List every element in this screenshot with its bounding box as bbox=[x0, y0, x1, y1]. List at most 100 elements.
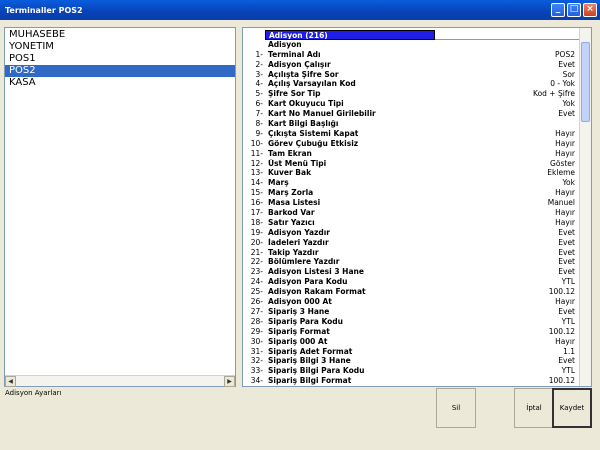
setting-row[interactable]: 3- Açılışta Şifre Sor Sor bbox=[243, 70, 579, 80]
row-number: 33- bbox=[250, 366, 263, 376]
setting-row[interactable]: 32- Sipariş Bilgi 3 Hane Evet bbox=[243, 356, 579, 366]
setting-row[interactable]: 12- Üst Menü Tipi Göster bbox=[243, 159, 579, 169]
setting-name: İadeleri Yazdır bbox=[268, 237, 329, 247]
setting-name: Marş bbox=[268, 178, 289, 188]
row-number: 4- bbox=[255, 79, 263, 89]
group-row[interactable]: Adisyon bbox=[243, 40, 579, 50]
setting-name: Çıkışta Sistemi Kapat bbox=[268, 128, 359, 138]
setting-row[interactable]: 1- Terminal Adı POS2 bbox=[243, 50, 579, 60]
setting-row[interactable]: 23- Adisyon Listesi 3 Hane Evet bbox=[243, 267, 579, 277]
scroll-thumb[interactable] bbox=[581, 42, 590, 122]
setting-row[interactable]: 20- İadeleri Yazdır Evet bbox=[243, 238, 579, 248]
row-number: 14- bbox=[250, 178, 263, 188]
setting-value bbox=[435, 119, 579, 129]
terminal-list[interactable]: MUHASEBE YONETIM POS1 POS2 KASA ◀ ▶ bbox=[4, 27, 236, 387]
setting-value: Kod + Şifre bbox=[533, 89, 575, 99]
setting-row[interactable]: 30- Sipariş 000 At Hayır bbox=[243, 337, 579, 347]
row-number: 25- bbox=[250, 287, 263, 297]
setting-row[interactable]: 4- Açılış Varsayılan Kod 0 - Yok bbox=[243, 79, 579, 89]
setting-name: Tam Ekran bbox=[268, 148, 312, 158]
setting-row[interactable]: 29- Sipariş Format 100.12 bbox=[243, 327, 579, 337]
scroll-left-icon[interactable]: ◀ bbox=[5, 376, 16, 387]
row-number: 15- bbox=[250, 188, 263, 198]
setting-row[interactable]: 17- Barkod Var Hayır bbox=[243, 208, 579, 218]
setting-value: Ekleme bbox=[547, 168, 575, 178]
setting-name: Sipariş Bilgi Para Kodu bbox=[268, 366, 365, 376]
setting-row[interactable]: 9- Çıkışta Sistemi Kapat Hayır bbox=[243, 129, 579, 139]
row-number: 9- bbox=[255, 128, 263, 138]
setting-row[interactable]: 8- Kart Bilgi Başlığı bbox=[243, 119, 579, 129]
setting-name: Açılışta Şifre Sor bbox=[268, 69, 339, 79]
setting-name: Adisyon Para Kodu bbox=[268, 277, 348, 287]
row-number: 11- bbox=[250, 148, 263, 158]
setting-value: Evet bbox=[558, 227, 575, 237]
delete-button[interactable]: Sil bbox=[436, 388, 476, 428]
setting-row[interactable]: 14- Marş Yok bbox=[243, 178, 579, 188]
setting-name: Adisyon Çalışır bbox=[268, 59, 331, 69]
setting-row[interactable]: 13- Kuver Bak Ekleme bbox=[243, 168, 579, 178]
row-number: 16- bbox=[250, 198, 263, 208]
grid-header-label: Adisyon (216) bbox=[265, 30, 435, 40]
setting-row[interactable]: 25- Adisyon Rakam Format 100.12 bbox=[243, 287, 579, 297]
row-number: 23- bbox=[250, 267, 263, 277]
setting-row[interactable]: 27- Sipariş 3 Hane Evet bbox=[243, 307, 579, 317]
vertical-scrollbar[interactable] bbox=[579, 28, 591, 386]
setting-row[interactable]: 5- Şifre Sor Tip Kod + Şifre bbox=[243, 89, 579, 99]
terminal-list-item[interactable]: YONETIM bbox=[5, 41, 235, 53]
setting-value: Hayır bbox=[555, 208, 575, 218]
setting-row[interactable]: 11- Tam Ekran Hayır bbox=[243, 149, 579, 159]
setting-value: Yok bbox=[562, 178, 575, 188]
setting-row[interactable]: 21- Takip Yazdır Evet bbox=[243, 248, 579, 258]
setting-value: Yok bbox=[562, 99, 575, 109]
group-value bbox=[435, 40, 579, 50]
scroll-right-icon[interactable]: ▶ bbox=[224, 376, 235, 387]
setting-row[interactable]: 15- Marş Zorla Hayır bbox=[243, 188, 579, 198]
setting-row[interactable]: 34- Sipariş Bilgi Format 100.12 bbox=[243, 376, 579, 386]
setting-row[interactable]: 2- Adisyon Çalışır Evet bbox=[243, 60, 579, 70]
row-number: 6- bbox=[255, 99, 263, 109]
setting-row[interactable]: 6- Kart Okuyucu Tipi Yok bbox=[243, 99, 579, 109]
scroll-track[interactable] bbox=[16, 376, 224, 386]
save-button[interactable]: Kaydet bbox=[552, 388, 592, 428]
settings-grid[interactable]: Adisyon (216) Adisyon 1- Terminal Adı POS2… bbox=[242, 27, 592, 387]
setting-row[interactable]: 10- Görev Çubuğu Etkisiz Hayır bbox=[243, 139, 579, 149]
setting-name: Sipariş 000 At bbox=[268, 336, 328, 346]
setting-row[interactable]: 22- Bölümlere Yazdır Evet bbox=[243, 257, 579, 267]
setting-value: Hayır bbox=[555, 148, 575, 158]
setting-value: Evet bbox=[558, 306, 575, 316]
row-number: 2- bbox=[255, 59, 263, 69]
setting-value: 1.1 bbox=[563, 346, 575, 356]
minimize-icon[interactable]: _ bbox=[551, 3, 565, 17]
setting-row[interactable]: 33- Sipariş Bilgi Para Kodu YTL bbox=[243, 366, 579, 376]
row-number bbox=[243, 40, 265, 50]
window-title: Terminaller POS2 bbox=[5, 5, 83, 15]
terminal-list-item[interactable]: KASA bbox=[5, 77, 235, 89]
group-label: Adisyon bbox=[268, 39, 302, 49]
close-icon[interactable]: × bbox=[583, 3, 597, 17]
row-number: 28- bbox=[250, 316, 263, 326]
setting-value: POS2 bbox=[555, 49, 575, 59]
row-number: 17- bbox=[250, 208, 263, 218]
setting-row[interactable]: 16- Masa Listesi Manuel bbox=[243, 198, 579, 208]
terminal-list-item[interactable]: POS2 bbox=[5, 65, 235, 77]
terminal-list-item[interactable]: POS1 bbox=[5, 53, 235, 65]
setting-row[interactable]: 18- Satır Yazıcı Hayır bbox=[243, 218, 579, 228]
horizontal-scrollbar[interactable]: ◀ ▶ bbox=[5, 375, 235, 387]
setting-row[interactable]: 24- Adisyon Para Kodu YTL bbox=[243, 277, 579, 287]
row-number: 21- bbox=[250, 247, 263, 257]
setting-row[interactable]: 7- Kart No Manuel Girilebilir Evet bbox=[243, 109, 579, 119]
maximize-icon[interactable]: □ bbox=[567, 3, 581, 17]
setting-row[interactable]: 31- Sipariş Adet Format 1.1 bbox=[243, 347, 579, 357]
grid-header-row[interactable]: Adisyon (216) bbox=[243, 30, 579, 40]
grid-header-value bbox=[435, 30, 579, 40]
setting-value: YTL bbox=[561, 316, 575, 326]
setting-name: Şifre Sor Tip bbox=[268, 89, 321, 99]
setting-row[interactable]: 26- Adisyon 000 At Hayır bbox=[243, 297, 579, 307]
cancel-button[interactable]: İptal bbox=[514, 388, 554, 428]
row-number: 1- bbox=[255, 49, 263, 59]
setting-value: Evet bbox=[558, 267, 575, 277]
setting-row[interactable]: 28- Sipariş Para Kodu YTL bbox=[243, 317, 579, 327]
setting-row[interactable]: 19- Adisyon Yazdır Evet bbox=[243, 228, 579, 238]
setting-value: Hayır bbox=[555, 297, 575, 307]
terminal-list-item[interactable]: MUHASEBE bbox=[5, 29, 235, 41]
